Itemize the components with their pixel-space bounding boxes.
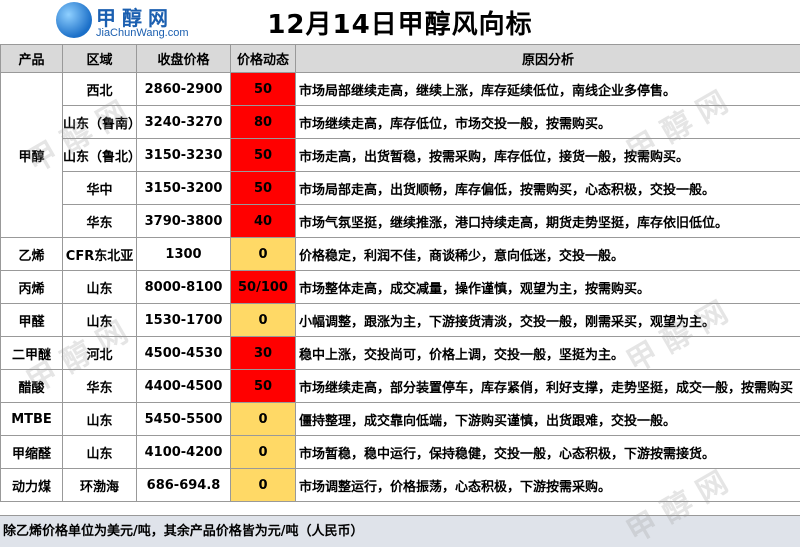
region-cell: 山东 [63,304,137,337]
region-cell: 西北 [63,73,137,106]
change-cell: 0 [231,304,296,337]
header-product: 产品 [1,45,63,73]
price-cell: 4500-4530 [137,337,231,370]
change-cell: 0 [231,469,296,502]
product-cell: 甲醛 [1,304,63,337]
table-row: 二甲醚河北4500-453030稳中上涨，交投尚可，价格上调，交投一般，坚挺为主… [1,337,800,370]
product-cell: MTBE [1,403,63,436]
price-cell: 2860-2900 [137,73,231,106]
change-cell: 0 [231,403,296,436]
price-cell: 4100-4200 [137,436,231,469]
price-cell: 1300 [137,238,231,271]
table-row: 山东（鲁北）3150-323050市场走高，出货暂稳，按需采购，库存低位，接货一… [1,139,800,172]
change-cell: 0 [231,238,296,271]
price-cell: 4400-4500 [137,370,231,403]
product-cell: 二甲醚 [1,337,63,370]
product-cell: 动力煤 [1,469,63,502]
table-row: 醋酸华东4400-450050市场继续走高，部分装置停车，库存紧俏，利好支撑，走… [1,370,800,403]
change-cell: 0 [231,436,296,469]
price-cell: 686-694.8 [137,469,231,502]
table-row: 动力煤环渤海686-694.80市场调整运行，价格振荡，心态积极，下游按需采购。 [1,469,800,502]
header-price: 收盘价格 [137,45,231,73]
reason-cell: 市场继续走高，部分装置停车，库存紧俏，利好支撑，走势坚挺，成交一般，按需购买 [296,370,800,403]
table-row: 华东3790-380040市场气氛坚挺，继续推涨，港口持续走高，期货走势坚挺，库… [1,205,800,238]
region-cell: 河北 [63,337,137,370]
reason-cell: 僵持整理，成交靠向低端，下游购买谨慎，出货跟难，交投一般。 [296,403,800,436]
table-row: 甲缩醛山东4100-42000市场暂稳，稳中运行，保持稳健，交投一般，心态积极，… [1,436,800,469]
change-cell: 50/100 [231,271,296,304]
product-cell: 甲醇 [1,73,63,238]
reason-cell: 市场走高，出货暂稳，按需采购，库存低位，接货一般，按需购买。 [296,139,800,172]
reason-cell: 市场局部走高，出货顺畅，库存偏低，按需购买，心态积极，交投一般。 [296,172,800,205]
table-row: MTBE山东5450-55000僵持整理，成交靠向低端，下游购买谨慎，出货跟难，… [1,403,800,436]
price-cell: 5450-5500 [137,403,231,436]
reason-cell: 市场局部继续走高，继续上涨，库存延续低位，南线企业多停售。 [296,73,800,106]
table-header-row: 产品 区域 收盘价格 价格动态 原因分析 [1,45,800,73]
region-cell: 华中 [63,172,137,205]
reason-cell: 小幅调整，跟涨为主，下游接货清淡，交投一般，刚需采买，观望为主。 [296,304,800,337]
reason-cell: 稳中上涨，交投尚可，价格上调，交投一般，坚挺为主。 [296,337,800,370]
reason-cell: 市场整体走高，成交减量，操作谨慎，观望为主，按需购买。 [296,271,800,304]
footer-note: 除乙烯价格单位为美元/吨，其余产品价格皆为元/吨（人民币） [0,515,800,547]
price-cell: 1530-1700 [137,304,231,337]
reason-cell: 市场暂稳，稳中运行，保持稳健，交投一般，心态积极，下游按需接货。 [296,436,800,469]
reason-cell: 价格稳定，利润不佳，商谈稀少，意向低迷，交投一般。 [296,238,800,271]
table-row: 甲醇西北2860-290050市场局部继续走高，继续上涨，库存延续低位，南线企业… [1,73,800,106]
price-cell: 3150-3230 [137,139,231,172]
table-row: 乙烯CFR东北亚13000价格稳定，利润不佳，商谈稀少，意向低迷，交投一般。 [1,238,800,271]
region-cell: CFR东北亚 [63,238,137,271]
price-table: 产品 区域 收盘价格 价格动态 原因分析 甲醇西北2860-290050市场局部… [0,44,800,502]
region-cell: 华东 [63,205,137,238]
region-cell: 华东 [63,370,137,403]
change-cell: 50 [231,139,296,172]
header-change: 价格动态 [231,45,296,73]
region-cell: 山东（鲁北） [63,139,137,172]
change-cell: 80 [231,106,296,139]
price-cell: 3150-3200 [137,172,231,205]
region-cell: 山东 [63,403,137,436]
change-cell: 50 [231,370,296,403]
region-cell: 山东 [63,436,137,469]
table-row: 丙烯山东8000-810050/100市场整体走高，成交减量，操作谨慎，观望为主… [1,271,800,304]
region-cell: 山东（鲁南） [63,106,137,139]
price-cell: 3240-3270 [137,106,231,139]
region-cell: 环渤海 [63,469,137,502]
reason-cell: 市场气氛坚挺，继续推涨，港口持续走高，期货走势坚挺，库存依旧低位。 [296,205,800,238]
change-cell: 50 [231,73,296,106]
change-cell: 40 [231,205,296,238]
table-row: 山东（鲁南）3240-327080市场继续走高，库存低位，市场交投一般，按需购买… [1,106,800,139]
table-row: 甲醛山东1530-17000小幅调整，跟涨为主，下游接货清淡，交投一般，刚需采买… [1,304,800,337]
page-title: 12月14日甲醇风向标 [0,4,800,41]
product-cell: 醋酸 [1,370,63,403]
reason-cell: 市场调整运行，价格振荡，心态积极，下游按需采购。 [296,469,800,502]
reason-cell: 市场继续走高，库存低位，市场交投一般，按需购买。 [296,106,800,139]
header: 甲醇网 JiaChunWang.com 12月14日甲醇风向标 [0,0,800,44]
product-cell: 甲缩醛 [1,436,63,469]
price-cell: 8000-8100 [137,271,231,304]
change-cell: 50 [231,172,296,205]
product-cell: 乙烯 [1,238,63,271]
header-reason: 原因分析 [296,45,800,73]
change-cell: 30 [231,337,296,370]
region-cell: 山东 [63,271,137,304]
header-region: 区域 [63,45,137,73]
table-row: 华中3150-320050市场局部走高，出货顺畅，库存偏低，按需购买，心态积极，… [1,172,800,205]
price-cell: 3790-3800 [137,205,231,238]
product-cell: 丙烯 [1,271,63,304]
